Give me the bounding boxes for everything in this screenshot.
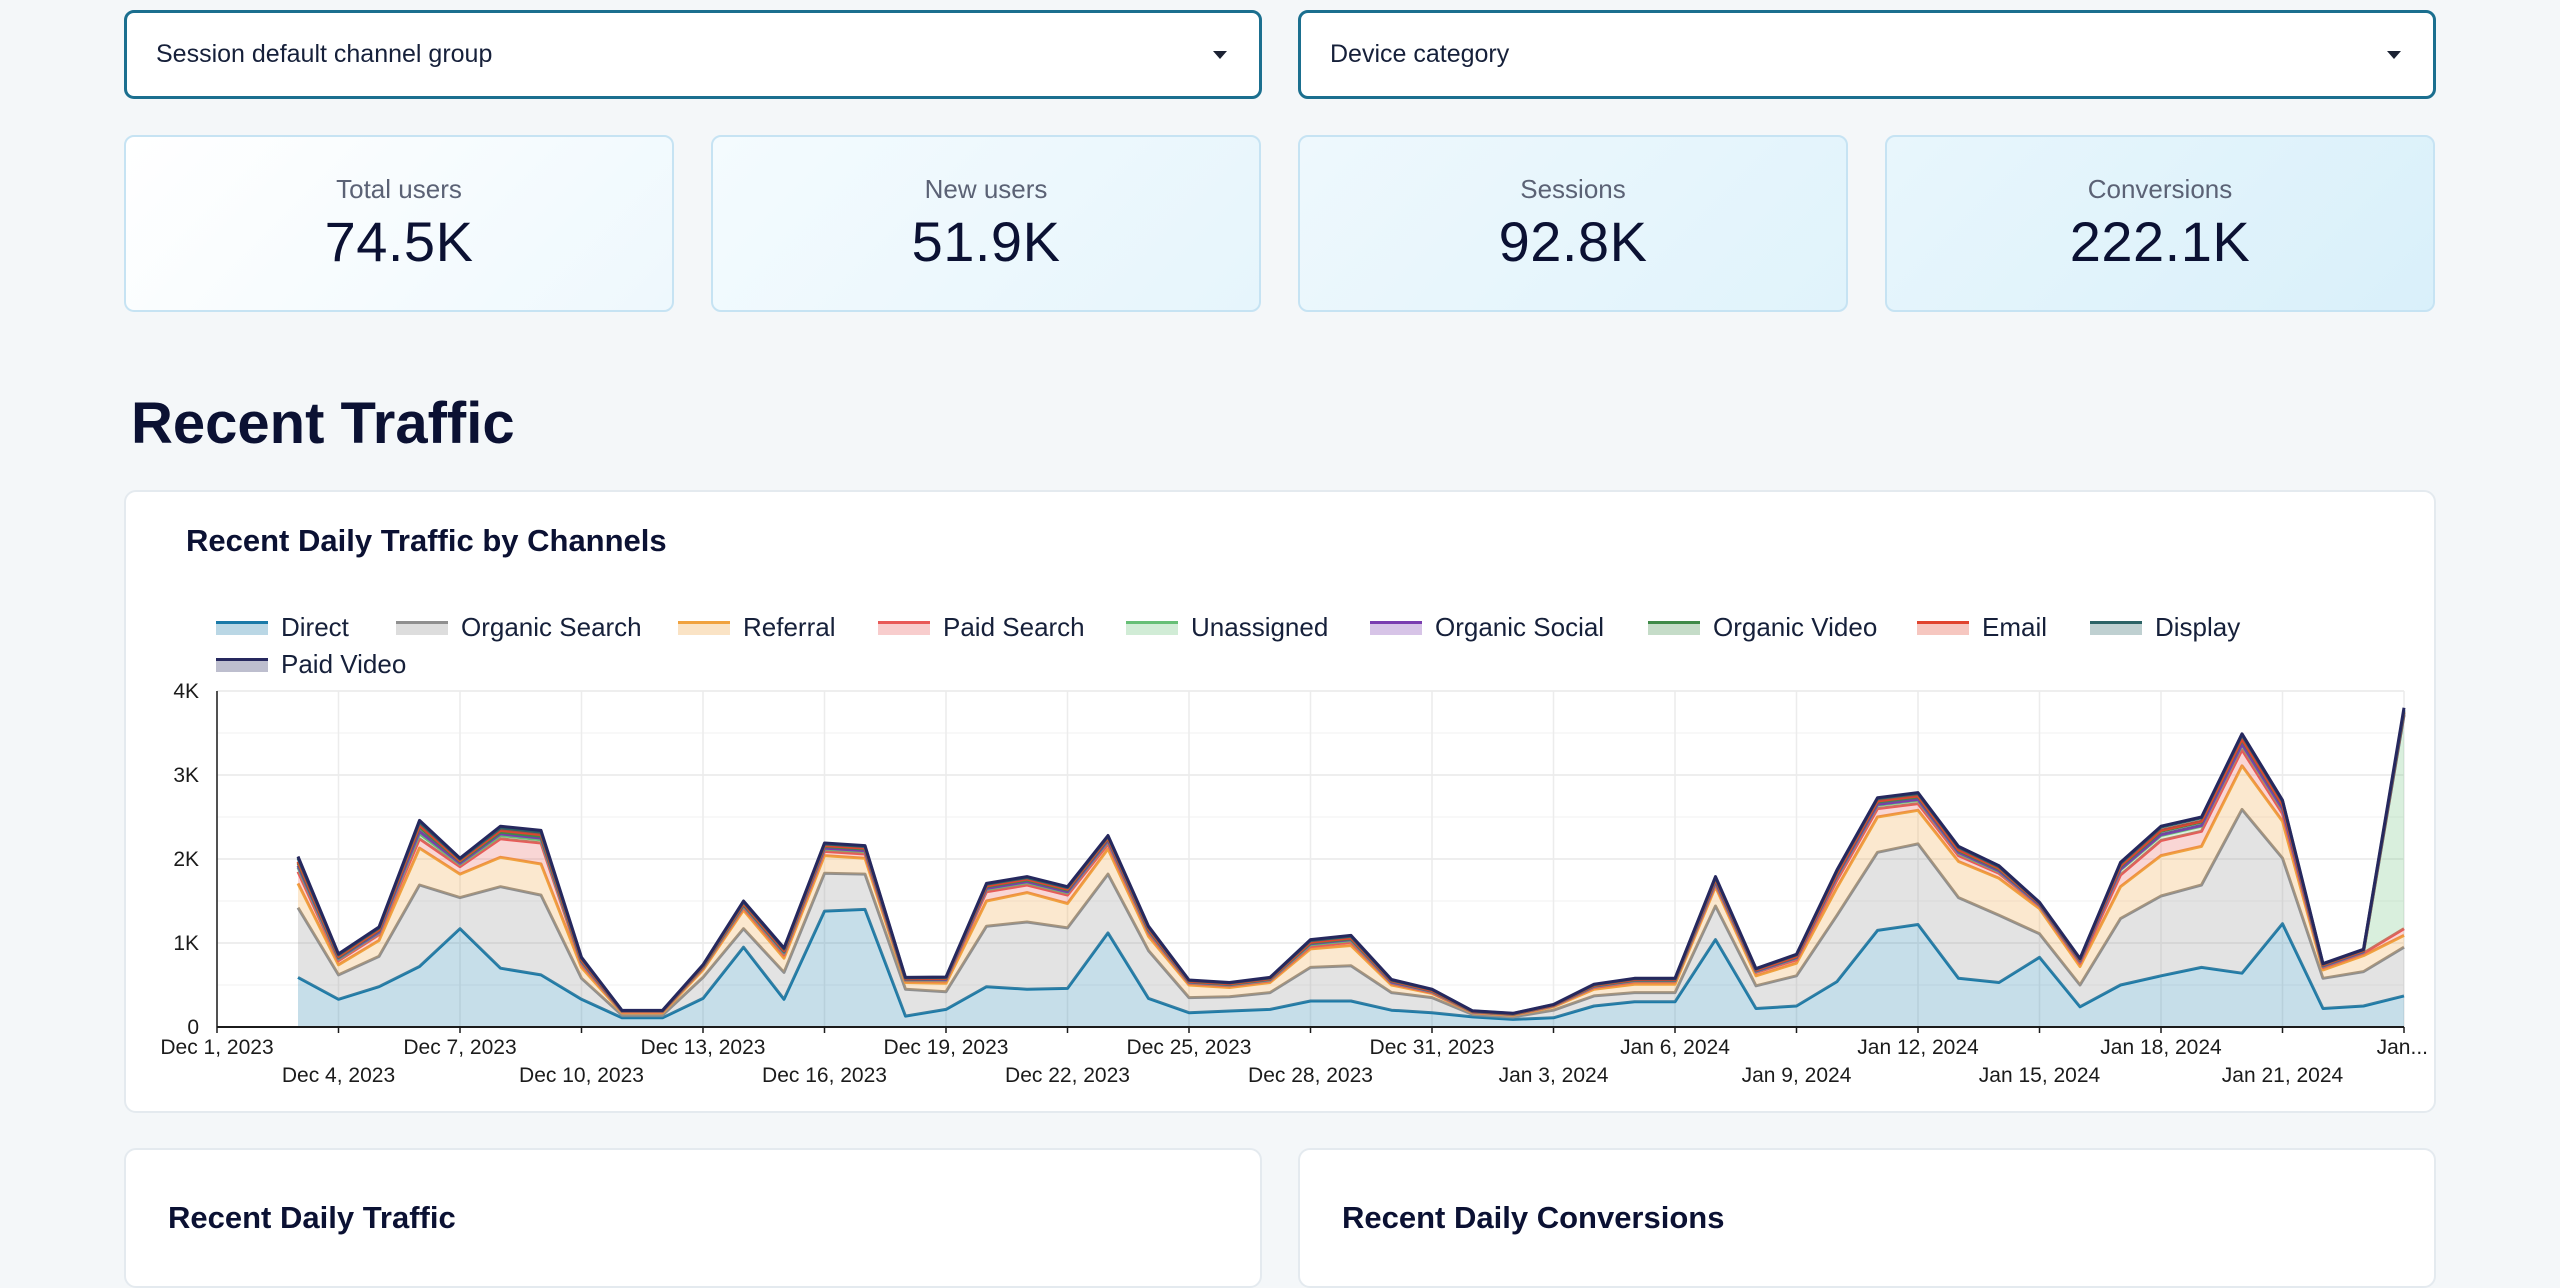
chevron-down-icon xyxy=(1213,50,1227,59)
traffic-by-channels-card: Recent Daily Traffic by Channels Direct O… xyxy=(124,490,2436,1113)
y-tick-label: 2K xyxy=(173,848,199,871)
kpi-value: 74.5K xyxy=(324,209,474,273)
section-title: Recent Traffic xyxy=(131,391,515,456)
kpi-card-new-users: New users 51.9K xyxy=(711,135,1261,312)
kpi-value: 51.9K xyxy=(911,209,1061,273)
x-tick-label: Dec 22, 2023 xyxy=(1005,1064,1130,1087)
traffic-area-chart: 01K2K3K4KDec 1, 2023Dec 4, 2023Dec 7, 20… xyxy=(160,680,2428,1087)
x-tick-label: Dec 25, 2023 xyxy=(1127,1036,1252,1059)
x-tick-label: Jan... xyxy=(2377,1036,2428,1059)
kpi-value: 222.1K xyxy=(2069,209,2251,273)
kpi-card-sessions: Sessions 92.8K xyxy=(1298,135,1848,312)
x-tick-label: Jan 3, 2024 xyxy=(1499,1064,1609,1087)
channel-group-dropdown[interactable]: Session default channel group xyxy=(124,10,1262,99)
x-tick-label: Dec 4, 2023 xyxy=(282,1064,395,1087)
x-tick-label: Jan 9, 2024 xyxy=(1742,1064,1852,1087)
channel-group-dropdown-label: Session default channel group xyxy=(156,40,493,68)
x-tick-label: Dec 1, 2023 xyxy=(160,1036,273,1059)
kpi-label: Total users xyxy=(336,173,462,204)
device-category-dropdown[interactable]: Device category xyxy=(1298,10,2436,99)
y-tick-label: 1K xyxy=(173,932,199,955)
x-tick-label: Dec 13, 2023 xyxy=(641,1036,766,1059)
x-tick-label: Dec 7, 2023 xyxy=(403,1036,516,1059)
x-tick-label: Dec 28, 2023 xyxy=(1248,1064,1373,1087)
y-tick-label: 4K xyxy=(173,680,199,703)
recent-daily-conversions-card: Recent Daily Conversions xyxy=(1298,1148,2436,1288)
x-tick-label: Jan 6, 2024 xyxy=(1620,1036,1730,1059)
card-title: Recent Daily Traffic xyxy=(168,1200,456,1235)
card-title: Recent Daily Conversions xyxy=(1342,1200,1725,1235)
chevron-down-icon xyxy=(2387,50,2401,59)
x-tick-label: Dec 10, 2023 xyxy=(519,1064,644,1087)
y-tick-label: 3K xyxy=(173,764,199,787)
kpi-card-total-users: Total users 74.5K xyxy=(124,135,674,312)
x-tick-label: Jan 21, 2024 xyxy=(2222,1064,2344,1087)
kpi-label: Conversions xyxy=(2087,173,2233,204)
kpi-card-conversions: Conversions 222.1K xyxy=(1885,135,2435,312)
recent-daily-traffic-card: Recent Daily Traffic xyxy=(124,1148,1262,1288)
x-tick-label: Dec 16, 2023 xyxy=(762,1064,887,1087)
x-tick-label: Jan 12, 2024 xyxy=(1857,1036,1979,1059)
series-area xyxy=(298,809,2404,1020)
kpi-label: Sessions xyxy=(1520,173,1626,204)
x-tick-label: Dec 19, 2023 xyxy=(884,1036,1009,1059)
device-category-dropdown-label: Device category xyxy=(1330,40,1510,68)
kpi-value: 92.8K xyxy=(1498,209,1648,273)
x-tick-label: Dec 31, 2023 xyxy=(1370,1036,1495,1059)
kpi-label: New users xyxy=(924,173,1048,204)
x-tick-label: Jan 15, 2024 xyxy=(1979,1064,2101,1087)
x-tick-label: Jan 18, 2024 xyxy=(2100,1036,2222,1059)
